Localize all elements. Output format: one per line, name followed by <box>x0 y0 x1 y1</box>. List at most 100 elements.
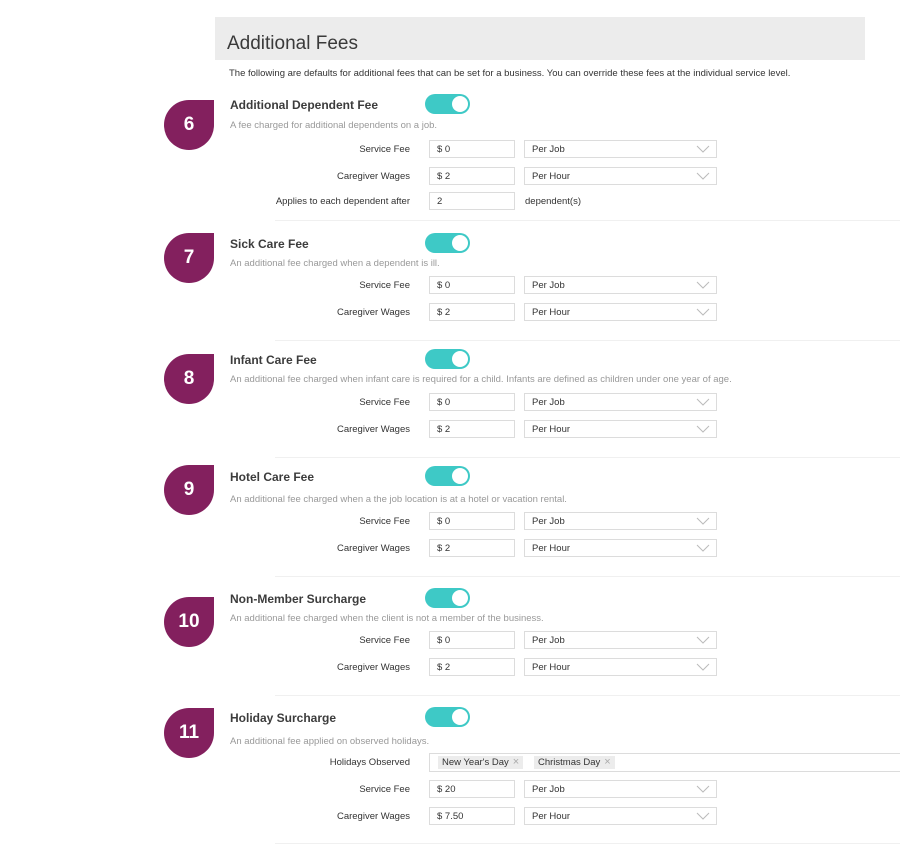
service-fee-row: Service Fee $ 0 Per Job <box>0 512 900 532</box>
service-fee-row: Service Fee $ 0 Per Job <box>0 631 900 651</box>
caregiver-wages-unit-select[interactable]: Per Hour <box>524 167 717 185</box>
service-fee-input[interactable]: $ 0 <box>429 631 515 649</box>
select-value: Per Job <box>532 144 565 155</box>
select-value: Per Job <box>532 635 565 646</box>
dependent-threshold-row: Applies to each dependent after 2 depend… <box>0 192 900 212</box>
caregiver-wages-input[interactable]: $ 2 <box>429 539 515 557</box>
chevron-down-icon <box>696 663 710 671</box>
fee-enabled-toggle[interactable] <box>425 233 470 253</box>
caregiver-wages-input[interactable]: $ 2 <box>429 658 515 676</box>
service-fee-input[interactable]: $ 0 <box>429 140 515 158</box>
service-fee-row: Service Fee $ 0 Per Job <box>0 276 900 296</box>
service-fee-input[interactable]: $ 0 <box>429 276 515 294</box>
caregiver-wages-unit-select[interactable]: Per Hour <box>524 658 717 676</box>
caregiver-wages-input[interactable]: $ 2 <box>429 420 515 438</box>
section-divider <box>275 843 900 844</box>
select-value: Per Hour <box>532 543 571 554</box>
service-fee-unit-select[interactable]: Per Job <box>524 631 717 649</box>
toggle-knob <box>452 468 468 484</box>
service-fee-label: Service Fee <box>359 397 410 408</box>
holiday-tag-label: New Year's Day <box>442 757 509 768</box>
chevron-down-icon <box>696 145 710 153</box>
caregiver-wages-row: Caregiver Wages $ 2 Per Hour <box>0 420 900 440</box>
remove-tag-icon[interactable]: × <box>513 756 519 769</box>
caregiver-wages-label: Caregiver Wages <box>336 171 410 182</box>
chevron-down-icon <box>696 785 710 793</box>
section-divider <box>275 695 900 696</box>
caregiver-wages-input[interactable]: $ 7.50 <box>429 807 515 825</box>
holiday-tag-label: Christmas Day <box>538 757 601 768</box>
service-fee-unit-select[interactable]: Per Job <box>524 140 717 158</box>
page-title: Additional Fees <box>227 33 358 54</box>
caregiver-wages-row: Caregiver Wages $ 2 Per Hour <box>0 539 900 559</box>
step-badge: 11 <box>164 708 214 758</box>
service-fee-row: Service Fee $ 0 Per Job <box>0 393 900 413</box>
dependent-threshold-input[interactable]: 2 <box>429 192 515 210</box>
select-value: Per Job <box>532 397 565 408</box>
toggle-knob <box>452 96 468 112</box>
fee-enabled-toggle[interactable] <box>425 707 470 727</box>
caregiver-wages-row: Caregiver Wages $ 2 Per Hour <box>0 303 900 323</box>
chevron-down-icon <box>696 308 710 316</box>
fee-title: Non-Member Surcharge <box>230 592 367 606</box>
toggle-knob <box>452 709 468 725</box>
fee-enabled-toggle[interactable] <box>425 94 470 114</box>
intro-text: The following are defaults for additiona… <box>229 68 791 79</box>
caregiver-wages-input[interactable]: $ 2 <box>429 167 515 185</box>
dependent-threshold-suffix: dependent(s) <box>525 196 581 207</box>
holidays-multiselect[interactable]: New Year's Day × Christmas Day × <box>429 753 900 772</box>
select-value: Per Hour <box>532 307 571 318</box>
caregiver-wages-label: Caregiver Wages <box>336 662 410 673</box>
fee-title: Additional Dependent Fee <box>230 98 379 112</box>
fee-description: An additional fee charged when a depende… <box>230 258 440 269</box>
caregiver-wages-unit-select[interactable]: Per Hour <box>524 807 717 825</box>
service-fee-row: Service Fee $ 20 Per Job <box>0 780 900 800</box>
chevron-down-icon <box>696 425 710 433</box>
caregiver-wages-row: Caregiver Wages $ 2 Per Hour <box>0 658 900 678</box>
section-divider <box>275 457 900 458</box>
fee-description: An additional fee charged when the clien… <box>230 613 544 624</box>
service-fee-input[interactable]: $ 0 <box>429 512 515 530</box>
caregiver-wages-unit-select[interactable]: Per Hour <box>524 303 717 321</box>
caregiver-wages-label: Caregiver Wages <box>336 424 410 435</box>
holidays-label: Holidays Observed <box>329 757 410 768</box>
service-fee-row: Service Fee $ 0 Per Job <box>0 140 900 160</box>
service-fee-input[interactable]: $ 20 <box>429 780 515 798</box>
fee-enabled-toggle[interactable] <box>425 466 470 486</box>
chevron-down-icon <box>696 172 710 180</box>
holidays-row: Holidays Observed New Year's Day × Christ… <box>0 753 900 773</box>
holiday-tag: Christmas Day × <box>534 756 615 769</box>
section-header: Additional Fees <box>215 17 865 60</box>
service-fee-input[interactable]: $ 0 <box>429 393 515 411</box>
chevron-down-icon <box>696 812 710 820</box>
service-fee-label: Service Fee <box>359 144 410 155</box>
caregiver-wages-label: Caregiver Wages <box>336 811 410 822</box>
service-fee-label: Service Fee <box>359 784 410 795</box>
fee-enabled-toggle[interactable] <box>425 588 470 608</box>
select-value: Per Job <box>532 784 565 795</box>
caregiver-wages-row: Caregiver Wages $ 2 Per Hour <box>0 167 900 187</box>
service-fee-unit-select[interactable]: Per Job <box>524 276 717 294</box>
service-fee-label: Service Fee <box>359 635 410 646</box>
chevron-down-icon <box>696 636 710 644</box>
fee-title: Holiday Surcharge <box>230 711 337 725</box>
toggle-knob <box>452 235 468 251</box>
caregiver-wages-unit-select[interactable]: Per Hour <box>524 420 717 438</box>
service-fee-unit-select[interactable]: Per Job <box>524 780 717 798</box>
toggle-knob <box>452 590 468 606</box>
service-fee-unit-select[interactable]: Per Job <box>524 393 717 411</box>
remove-tag-icon[interactable]: × <box>604 756 610 769</box>
select-value: Per Hour <box>532 171 571 182</box>
caregiver-wages-unit-select[interactable]: Per Hour <box>524 539 717 557</box>
step-badge: 9 <box>164 465 214 515</box>
service-fee-unit-select[interactable]: Per Job <box>524 512 717 530</box>
fee-description: An additional fee applied on observed ho… <box>230 736 430 747</box>
section-divider <box>275 220 900 221</box>
caregiver-wages-input[interactable]: $ 2 <box>429 303 515 321</box>
caregiver-wages-label: Caregiver Wages <box>336 543 410 554</box>
chevron-down-icon <box>696 544 710 552</box>
fee-title: Sick Care Fee <box>230 237 309 251</box>
select-value: Per Hour <box>532 811 571 822</box>
fee-enabled-toggle[interactable] <box>425 349 470 369</box>
caregiver-wages-row: Caregiver Wages $ 7.50 Per Hour <box>0 807 900 827</box>
